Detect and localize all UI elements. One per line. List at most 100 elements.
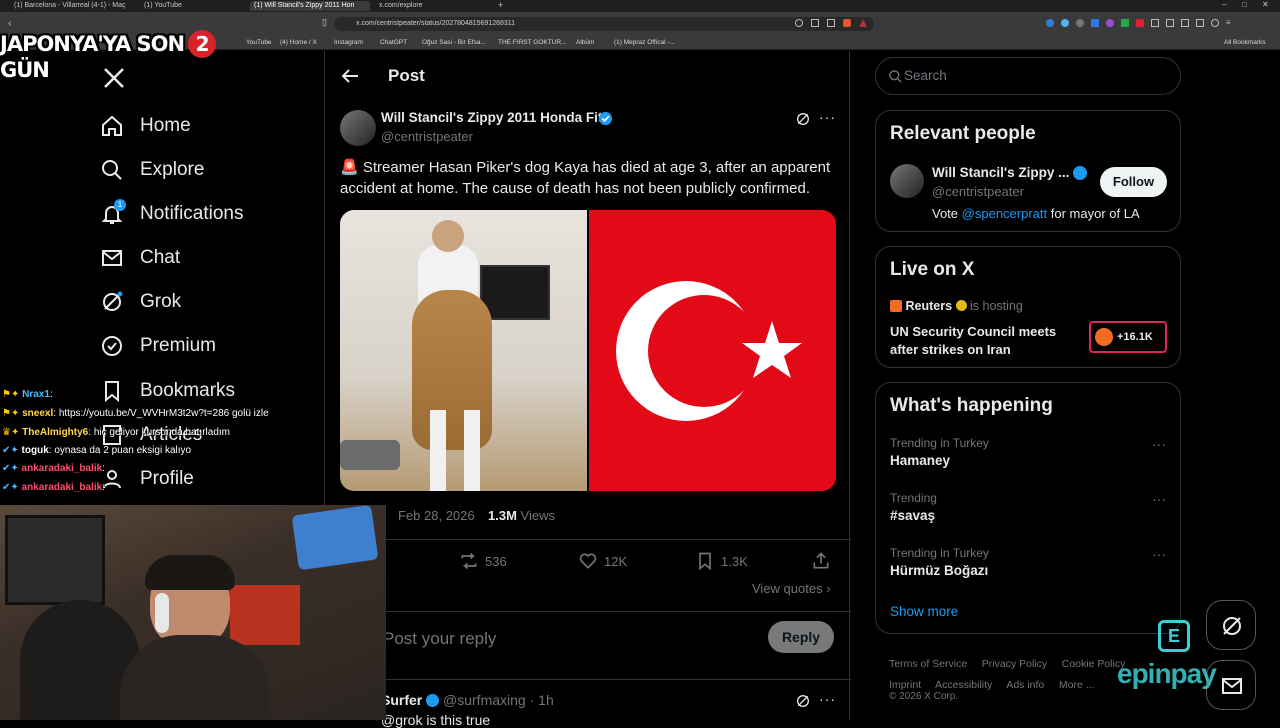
- extension-icon[interactable]: [1136, 19, 1144, 27]
- bookmark-button[interactable]: 1.3K: [695, 551, 748, 571]
- author-handle[interactable]: @centristpeater: [381, 129, 473, 144]
- trend-item[interactable]: Trending in Turkey Hürmüz Boğazı ···: [876, 543, 1180, 591]
- nav-explore[interactable]: Explore: [100, 155, 204, 185]
- extension-icon[interactable]: [1106, 19, 1114, 27]
- x-logo-icon[interactable]: [102, 66, 126, 90]
- sidebar-icon[interactable]: [1166, 19, 1174, 27]
- avatar[interactable]: [890, 164, 924, 198]
- browser-menu-icon[interactable]: ≡: [1226, 19, 1234, 27]
- more-options-icon[interactable]: ···: [819, 691, 836, 707]
- streamer-hair: [145, 555, 235, 590]
- footer-link[interactable]: Terms of Service: [889, 658, 967, 670]
- bookmark-item[interactable]: THE FIRST GOKTUR...: [498, 39, 567, 46]
- browser-tab[interactable]: (1) Barcelona - Villarreal (4-1) - Maç: [10, 1, 140, 11]
- back-icon[interactable]: ‹: [8, 18, 11, 29]
- reply-author-handle[interactable]: @surfmaxing: [443, 692, 526, 708]
- minimize-icon[interactable]: –: [1222, 0, 1226, 9]
- maximize-icon[interactable]: □: [1242, 0, 1247, 9]
- footer-link[interactable]: Cookie Policy: [1062, 658, 1126, 670]
- avatar[interactable]: [340, 110, 376, 146]
- live-host[interactable]: Reuters is hosting: [890, 299, 1023, 313]
- show-more-link[interactable]: Show more: [890, 604, 958, 619]
- search-box[interactable]: Search: [875, 57, 1181, 95]
- rewards-icon[interactable]: [859, 19, 867, 27]
- zoom-icon[interactable]: [795, 19, 803, 27]
- post-media[interactable]: [340, 210, 836, 491]
- chat-message: ⚑✦ Nrax1:: [2, 389, 53, 400]
- download-icon[interactable]: [1196, 19, 1204, 27]
- brave-shield-icon[interactable]: [843, 19, 851, 27]
- url-field[interactable]: x.com/centristpeater/status/202780481569…: [334, 17, 874, 31]
- nav-bookmarks[interactable]: Bookmarks: [100, 376, 235, 406]
- more-options-icon[interactable]: ···: [1152, 491, 1166, 507]
- browser-tab-active[interactable]: (1) Will Stancil's Zippy 2011 Hon: [250, 1, 370, 11]
- trend-item[interactable]: Trending #savaş ···: [876, 488, 1180, 536]
- bookmark-item[interactable]: Instagram: [334, 39, 363, 46]
- extensions-menu-icon[interactable]: [1151, 19, 1159, 27]
- search-icon: [889, 70, 902, 83]
- live-listeners[interactable]: +16.1K: [1089, 321, 1167, 353]
- footer-link[interactable]: Accessibility: [935, 679, 992, 691]
- close-window-icon[interactable]: ✕: [1262, 0, 1269, 9]
- person-name[interactable]: Will Stancil's Zippy ...: [932, 165, 1069, 180]
- bookmark-item[interactable]: (4) Home / X: [280, 39, 317, 46]
- more-options-icon[interactable]: ···: [819, 109, 836, 125]
- cast-icon[interactable]: [811, 19, 819, 27]
- reply-input[interactable]: Post your reply: [383, 629, 496, 649]
- share-icon[interactable]: [827, 19, 835, 27]
- verified-badge-icon: [102, 336, 122, 356]
- all-bookmarks[interactable]: All Bookmarks: [1224, 39, 1266, 46]
- footer-link[interactable]: Imprint: [889, 679, 921, 691]
- profile-icon[interactable]: [1211, 19, 1219, 27]
- bookmark-item[interactable]: Oğuz Sasi - Bir Efsa...: [422, 39, 486, 46]
- mail-icon: [1222, 678, 1242, 694]
- grok-icon[interactable]: [795, 693, 811, 709]
- nav-chat[interactable]: Chat: [100, 243, 180, 273]
- sponsor-logo-icon: E: [1158, 620, 1190, 652]
- reply-text: @grok is this true: [381, 712, 491, 728]
- extension-icon[interactable]: [1076, 19, 1084, 27]
- bookmark-star-icon[interactable]: ▯: [322, 17, 327, 28]
- new-tab-icon[interactable]: +: [498, 0, 503, 10]
- nav-profile[interactable]: Profile: [100, 464, 194, 494]
- nav-home[interactable]: Home: [100, 111, 191, 141]
- reply-author-name[interactable]: Surfer: [381, 692, 422, 708]
- follow-button[interactable]: Follow: [1100, 167, 1167, 197]
- search-input[interactable]: Search: [904, 68, 947, 83]
- reply-button[interactable]: Reply: [768, 621, 834, 653]
- grok-icon[interactable]: [795, 111, 811, 127]
- person-handle[interactable]: @centristpeater: [932, 184, 1024, 199]
- browser-tab[interactable]: x.com/explore: [375, 1, 495, 11]
- trend-item[interactable]: Trending in Turkey Hamaney ···: [876, 433, 1180, 481]
- search-icon: [102, 160, 122, 180]
- more-options-icon[interactable]: ···: [1152, 436, 1166, 452]
- post-date[interactable]: Feb 28, 2026: [398, 508, 475, 523]
- bookmark-item[interactable]: ChatGPT: [380, 39, 407, 46]
- extension-icon[interactable]: [1121, 19, 1129, 27]
- extension-icon[interactable]: [1046, 19, 1054, 27]
- nav-home-label: Home: [140, 115, 191, 136]
- bio-mention-link[interactable]: @spencerpratt: [962, 206, 1047, 221]
- grok-floating-button[interactable]: [1206, 600, 1256, 650]
- back-arrow-icon[interactable]: [341, 67, 359, 85]
- view-quotes-link[interactable]: View quotes ›: [752, 581, 831, 596]
- reply-time[interactable]: 1h: [538, 692, 554, 708]
- like-button[interactable]: 12K: [578, 551, 627, 571]
- share-icon[interactable]: [811, 551, 831, 571]
- repost-button[interactable]: 536: [459, 551, 507, 571]
- extension-icon[interactable]: [1061, 19, 1069, 27]
- live-headline[interactable]: UN Security Council meets after strikes …: [890, 323, 1080, 359]
- reuters-logo-icon: [890, 300, 902, 312]
- footer-link[interactable]: Ads info: [1006, 679, 1044, 691]
- nav-grok[interactable]: Grok: [100, 287, 181, 317]
- browser-tab[interactable]: (1) YouTube: [140, 1, 250, 11]
- wallet-icon[interactable]: [1181, 19, 1189, 27]
- more-options-icon[interactable]: ···: [1152, 546, 1166, 562]
- bookmark-item[interactable]: (1) Mepraz Offical -...: [614, 39, 675, 46]
- nav-premium[interactable]: Premium: [100, 331, 216, 361]
- footer-link[interactable]: Privacy Policy: [982, 658, 1047, 670]
- footer-link[interactable]: More ...: [1059, 679, 1095, 691]
- extension-icon[interactable]: [1091, 19, 1099, 27]
- bookmark-folder[interactable]: Albüm: [576, 39, 594, 46]
- author-name[interactable]: Will Stancil's Zippy 2011 Honda Fit: [381, 110, 602, 125]
